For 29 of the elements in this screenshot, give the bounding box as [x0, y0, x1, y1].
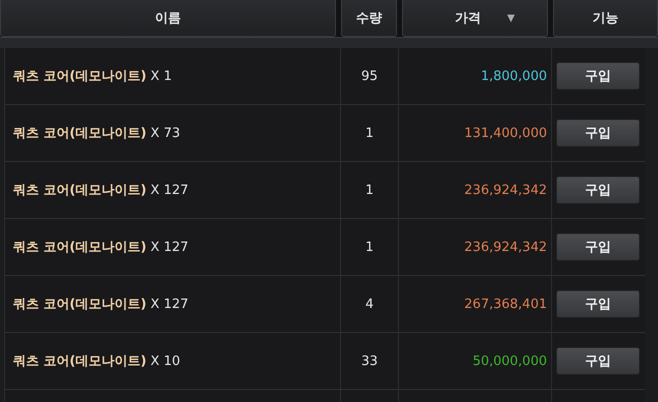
- column-header[interactable]: 이름: [0, 0, 336, 37]
- quantity-cell: 95: [341, 48, 399, 104]
- quantity-cell: 1: [341, 219, 399, 275]
- item-name: 쿼츠 코어(데모나이트) X 1: [5, 48, 341, 104]
- quantity-cell: 1: [341, 105, 399, 161]
- quantity-cell: 1: [341, 162, 399, 218]
- column-header[interactable]: 가격 ▼: [402, 0, 548, 37]
- column-header[interactable]: 수량: [341, 0, 397, 37]
- price-cell: 236,924,342: [399, 219, 552, 275]
- item-name: 쿼츠 코어(데모나이트) X 127: [5, 276, 341, 332]
- item-name: 쿼츠 코어(데모나이트) X 127: [5, 162, 341, 218]
- price-cell: 131,400,000: [399, 105, 552, 161]
- column-header[interactable]: 기능: [553, 0, 658, 37]
- buy-button[interactable]: 구입: [556, 290, 640, 318]
- price-cell: 1,800,000: [399, 48, 552, 104]
- item-name: 쿼츠 코어(데모나이트) X 73: [5, 105, 341, 161]
- quantity-cell: 33: [341, 333, 399, 389]
- sort-arrow-icon: ▼: [507, 12, 515, 24]
- price-cell: 50,000,000: [399, 333, 552, 389]
- quantity-cell: 4: [341, 276, 399, 332]
- item-name: 쿼츠 코어(데모나이트) X 10: [5, 333, 341, 389]
- buy-button[interactable]: 구입: [556, 347, 640, 375]
- buy-button[interactable]: 구입: [556, 176, 640, 204]
- buy-button[interactable]: 구입: [556, 233, 640, 261]
- buy-button[interactable]: 구입: [556, 119, 640, 147]
- price-cell: 236,924,342: [399, 162, 552, 218]
- item-name: 쿼츠 코어(데모나이트) X 127: [5, 219, 341, 275]
- price-cell: 267,368,401: [399, 276, 552, 332]
- buy-button[interactable]: 구입: [556, 62, 640, 90]
